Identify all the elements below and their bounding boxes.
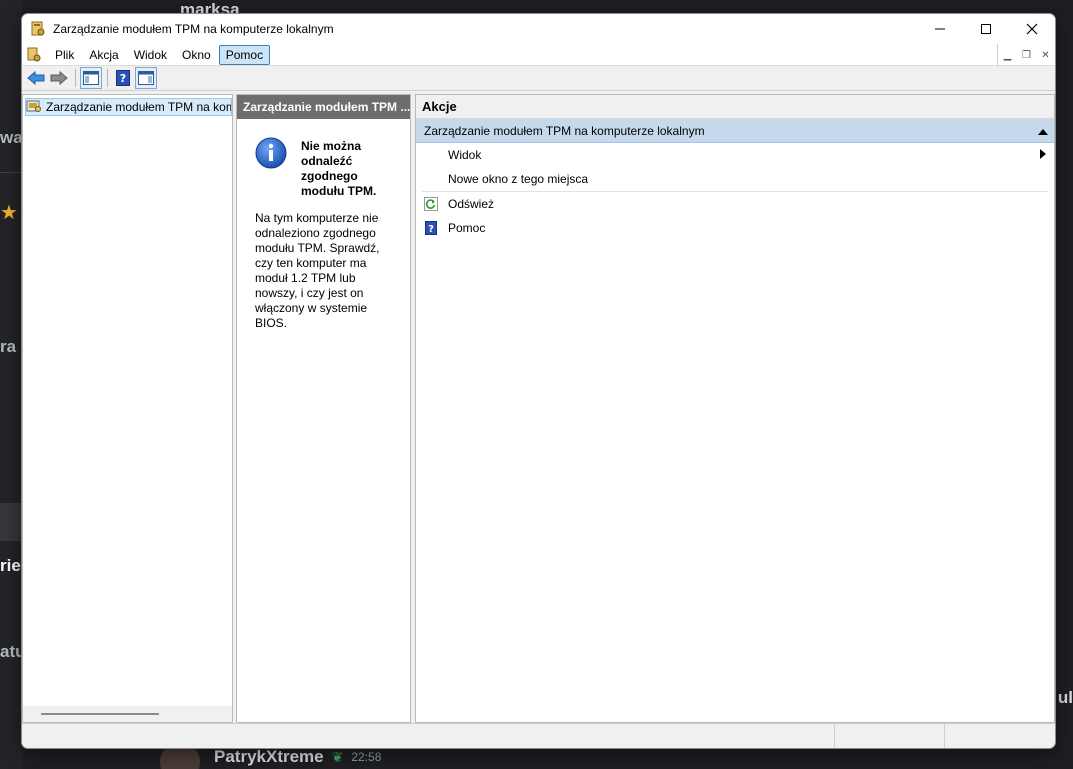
submenu-arrow-icon	[1040, 149, 1046, 161]
actions-section-header[interactable]: Zarządzanie modułem TPM na komputerze lo…	[416, 119, 1054, 143]
action-refresh[interactable]: Odśwież	[416, 192, 1054, 216]
status-bar	[22, 723, 1055, 748]
menu-akcja[interactable]: Akcja	[82, 45, 125, 65]
svg-text:?: ?	[120, 72, 126, 85]
status-segment	[945, 724, 1055, 748]
action-help[interactable]: ? Pomoc	[416, 216, 1054, 240]
action-label: Pomoc	[448, 221, 486, 235]
action-pane-icon	[138, 71, 154, 85]
svg-text:?: ?	[428, 224, 434, 235]
toolbar-separator	[107, 69, 108, 87]
actions-header: Akcje	[416, 95, 1054, 119]
tpm-app-icon	[30, 21, 46, 37]
mdi-close-button[interactable]: ✕	[1036, 44, 1055, 66]
arrow-right-icon	[50, 71, 68, 85]
toolbar: ?	[22, 66, 1055, 91]
tpm-snapin-icon	[26, 99, 42, 115]
background-fragment-right: ul	[1057, 688, 1073, 707]
refresh-icon	[424, 197, 438, 211]
background-bottom-user: PatrykXtreme	[214, 747, 324, 766]
console-tree-icon	[83, 71, 99, 85]
action-label: Widok	[448, 148, 482, 162]
menu-okno[interactable]: Okno	[175, 45, 218, 65]
background-fragment: wa	[0, 128, 23, 147]
background-bottom-time: 22:58	[351, 750, 382, 764]
horizontal-scrollbar[interactable]	[23, 706, 232, 722]
console-tree-pane: Zarządzanie modułem TPM na komputerze lo…	[22, 94, 233, 723]
help-book-icon: ?	[116, 70, 130, 86]
show-hide-console-tree-button[interactable]	[80, 67, 102, 89]
help-button[interactable]: ?	[112, 67, 134, 89]
error-heading: Nie można odnaleźć zgodnego modułu TPM.	[301, 139, 377, 198]
action-new-window[interactable]: Nowe okno z tego miejsca	[416, 167, 1054, 191]
tpm-management-window: Zarządzanie modułem TPM na komputerze lo…	[21, 13, 1056, 749]
star-icon: ★	[0, 202, 18, 224]
menu-plik[interactable]: Plik	[48, 45, 81, 65]
collapse-icon[interactable]	[1038, 124, 1048, 138]
main-content: Zarządzanie modułem TPM na komputerze lo…	[22, 94, 1055, 723]
leaf-icon: ❦	[331, 748, 344, 765]
mdi-minimize-button[interactable]: ▁	[998, 44, 1017, 66]
background-fragment: rie	[0, 556, 21, 575]
mdi-restore-button[interactable]: ❐	[1017, 44, 1036, 66]
maximize-button[interactable]	[963, 14, 1009, 44]
forward-button[interactable]	[48, 67, 70, 89]
action-label: Nowe okno z tego miejsca	[448, 172, 589, 186]
actions-pane: Akcje Zarządzanie modułem TPM na kompute…	[415, 94, 1055, 723]
action-label: Odśwież	[448, 197, 495, 211]
arrow-left-icon	[27, 71, 45, 85]
background-fragment: ra	[0, 337, 17, 356]
menu-pomoc[interactable]: Pomoc	[218, 44, 271, 65]
scrollbar-thumb[interactable]	[41, 713, 159, 715]
action-widok[interactable]: Widok	[416, 143, 1054, 167]
tree-item-tpm-root[interactable]: Zarządzanie modułem TPM na komputerze lo…	[25, 98, 232, 116]
help-icon: ?	[424, 221, 438, 235]
document-icon[interactable]	[24, 45, 44, 65]
close-button[interactable]	[1009, 14, 1055, 44]
tree-item-label: Zarządzanie modułem TPM na komputerze lo…	[46, 100, 231, 114]
show-hide-action-pane-button[interactable]	[135, 67, 157, 89]
title-bar: Zarządzanie modułem TPM na komputerze lo…	[22, 14, 1055, 44]
info-icon	[255, 137, 287, 169]
actions-section-label: Zarządzanie modułem TPM na komputerze lo…	[424, 123, 705, 138]
back-button[interactable]	[25, 67, 47, 89]
toolbar-separator	[75, 69, 76, 87]
status-segment	[22, 724, 835, 748]
minimize-button[interactable]	[917, 14, 963, 44]
background-divider	[0, 172, 22, 173]
background-selected-channel	[0, 503, 22, 541]
status-segment	[835, 724, 945, 748]
mdi-controls: ▁ ❐ ✕	[997, 44, 1055, 66]
error-description: Na tym komputerze nie odnaleziono zgodne…	[255, 211, 380, 330]
results-pane-header: Zarządzanie modułem TPM ...	[237, 95, 410, 119]
results-pane: Zarządzanie modułem TPM ... Nie można od…	[236, 94, 411, 723]
menu-bar: Plik Akcja Widok Okno Pomoc ▁ ❐ ✕	[22, 44, 1055, 66]
menu-widok[interactable]: Widok	[127, 45, 174, 65]
window-title: Zarządzanie modułem TPM na komputerze lo…	[53, 22, 334, 36]
